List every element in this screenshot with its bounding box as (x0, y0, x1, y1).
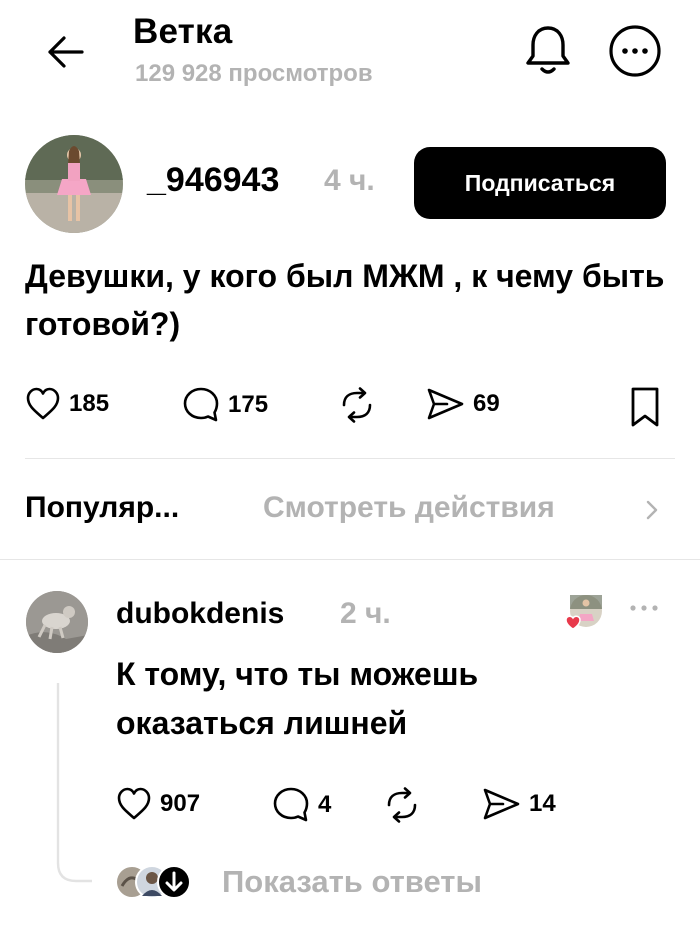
view-activity-link[interactable]: Смотреть действия (263, 491, 555, 525)
follow-button[interactable]: Подписаться (414, 147, 666, 219)
view-count: 129 928 просмотров (135, 60, 373, 87)
divider (25, 458, 675, 459)
like-count: 185 (69, 390, 110, 417)
comment-text: К тому, что ты можешь оказаться лишней (116, 656, 479, 741)
author-username[interactable]: _946943 (147, 161, 279, 200)
repost-icon (383, 786, 421, 824)
comment-icon (182, 386, 220, 424)
commenter-username[interactable]: dubokdenis (116, 597, 284, 631)
author-liked-badge (562, 594, 604, 636)
share-count: 14 (529, 790, 556, 817)
more-horizontal-icon[interactable] (626, 598, 662, 618)
heart-icon (25, 386, 61, 422)
post-text: Девушки, у кого был МЖМ , к чему быть го… (25, 258, 665, 342)
comment-icon (272, 786, 310, 824)
sort-selector[interactable]: Популяр... (25, 491, 179, 525)
post-repost-button[interactable] (338, 386, 376, 424)
share-icon (481, 786, 521, 822)
page-title: Ветка (133, 12, 233, 51)
thread-line (52, 683, 92, 886)
post-time: 4 ч. (324, 164, 375, 197)
comment-repost-button[interactable] (383, 786, 421, 824)
more-horizontal-icon[interactable] (608, 24, 662, 78)
comment-like-button[interactable]: 907 (116, 786, 200, 822)
arrow-left-icon[interactable] (42, 28, 90, 76)
share-icon (425, 386, 465, 422)
post-like-button[interactable]: 185 (25, 386, 109, 422)
reply-count: 4 (318, 791, 332, 818)
reply-avatars[interactable] (114, 862, 192, 902)
comment-count: 175 (228, 391, 269, 418)
heart-icon (116, 786, 152, 822)
comment-share-button[interactable]: 14 (481, 786, 556, 822)
share-count: 69 (473, 390, 500, 417)
like-count: 907 (160, 790, 201, 817)
bookmark-icon[interactable] (626, 385, 664, 429)
divider (0, 559, 700, 560)
comment-time: 2 ч. (340, 597, 391, 630)
show-replies-button[interactable]: Показать ответы (222, 864, 482, 900)
post-comment-button[interactable]: 175 (182, 386, 268, 424)
comment-reply-button[interactable]: 4 (272, 786, 331, 824)
chevron-right-icon (643, 496, 661, 524)
post-share-button[interactable]: 69 (425, 386, 500, 422)
bell-icon[interactable] (523, 23, 573, 77)
commenter-avatar[interactable] (26, 591, 88, 653)
repost-icon (338, 386, 376, 424)
author-avatar[interactable] (25, 135, 123, 233)
